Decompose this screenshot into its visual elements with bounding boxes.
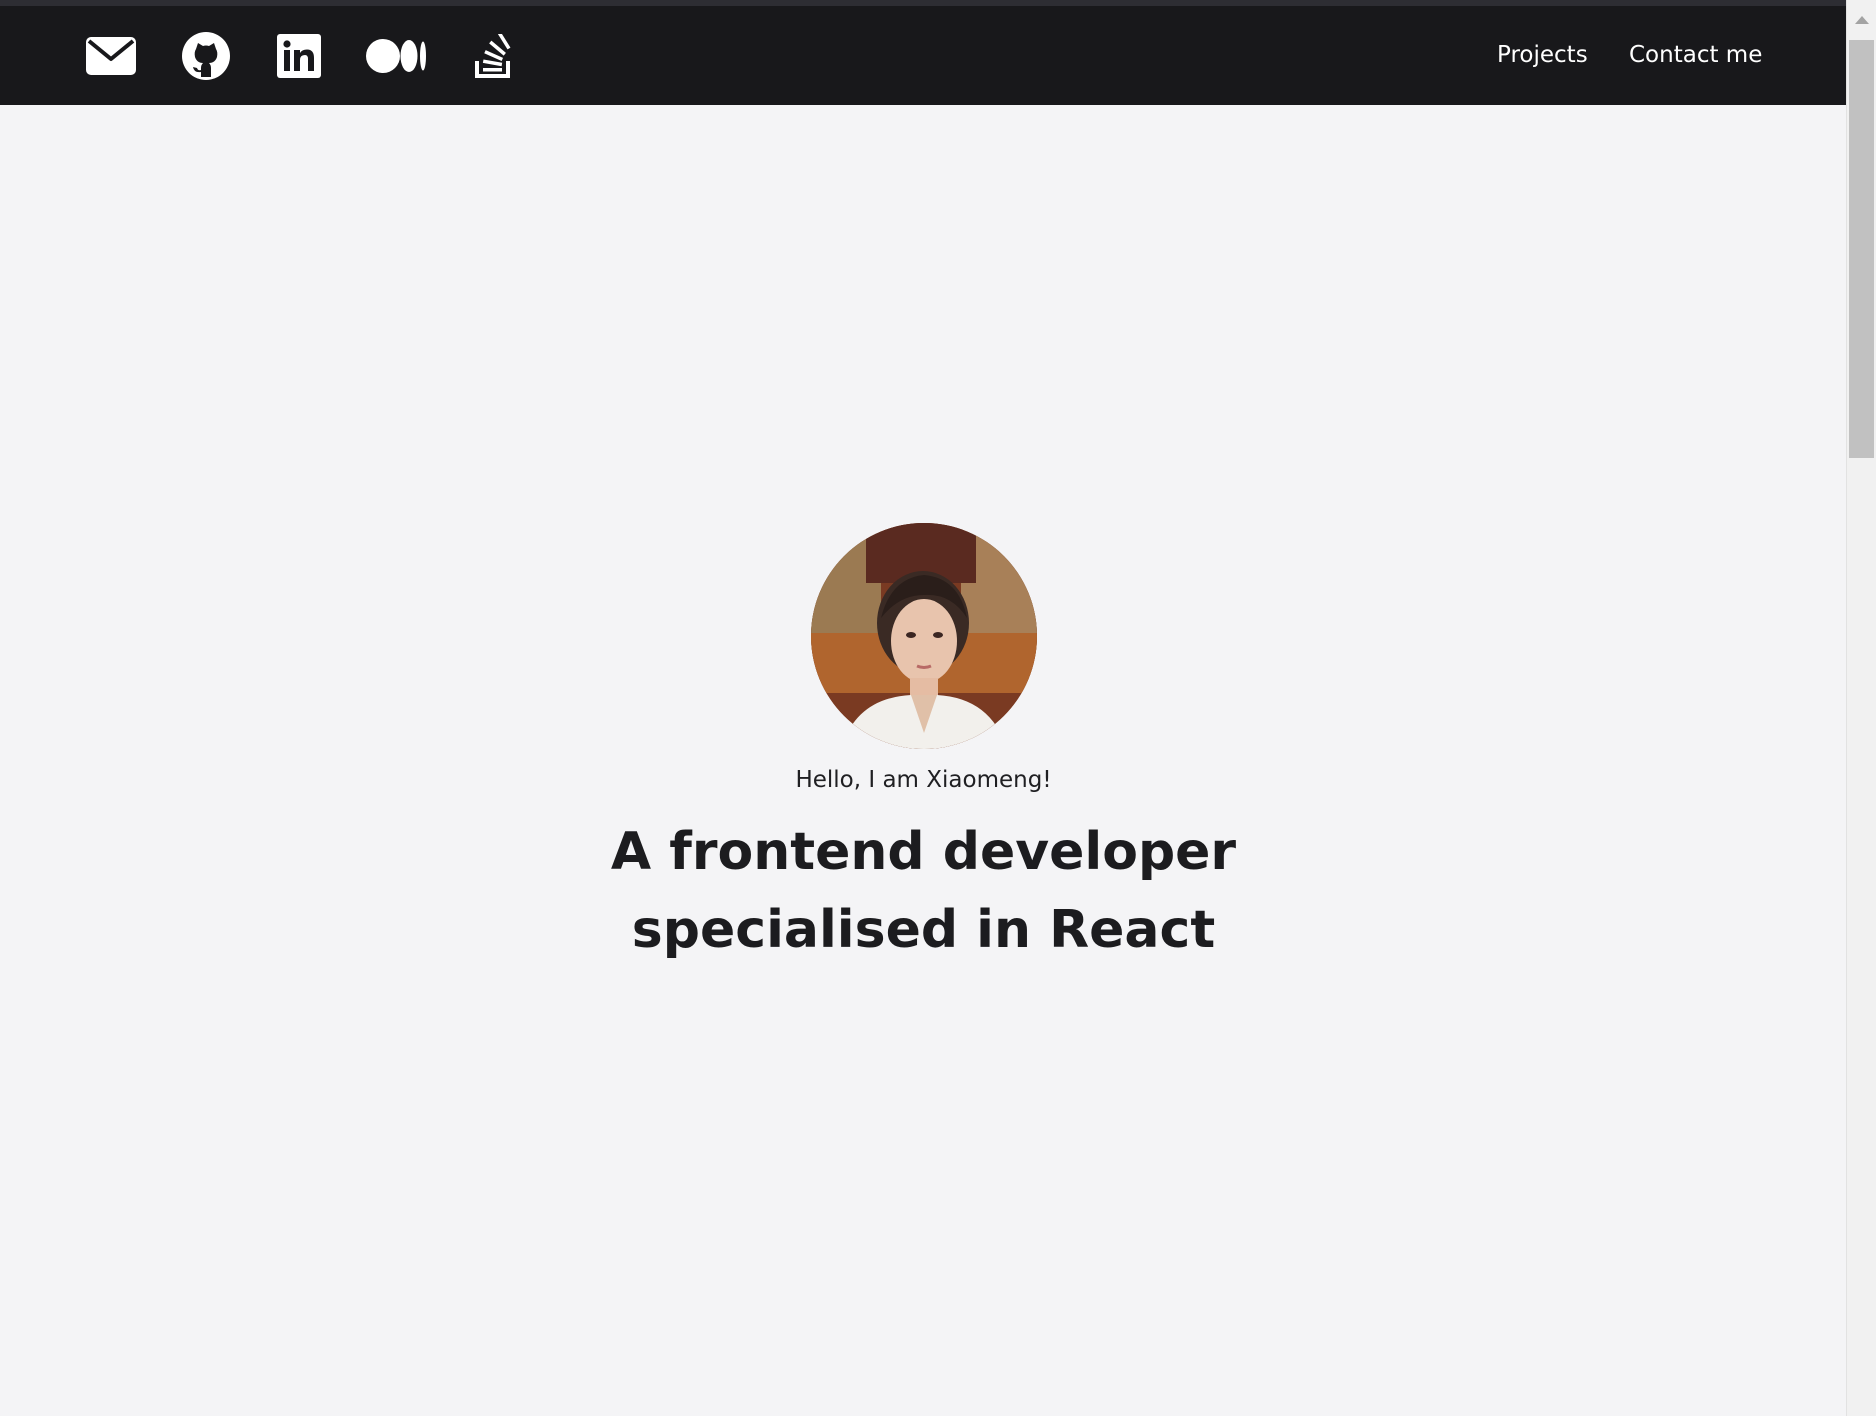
linkedin-icon [277,33,321,78]
scroll-up-arrow-icon[interactable] [1847,8,1876,32]
medium-icon [366,38,428,73]
nav-link-contact[interactable]: Contact me [1629,6,1762,105]
github-icon [182,31,230,80]
medium-link[interactable] [365,6,429,105]
nav-link-projects[interactable]: Projects [1497,6,1588,105]
avatar [810,523,1037,749]
stack-overflow-icon [474,33,514,78]
scrollbar-thumb[interactable] [1849,40,1874,458]
email-link[interactable] [84,6,138,105]
greeting-text: Hello, I am Xiaomeng! [795,767,1052,793]
hero-section: Hello, I am Xiaomeng! A frontend develop… [0,523,1847,969]
stackoverflow-link[interactable] [470,6,518,105]
linkedin-link[interactable] [275,6,323,105]
navbar: Projects Contact me [0,6,1847,105]
github-link[interactable] [180,6,232,105]
scrollbar[interactable] [1846,0,1876,1416]
envelope-icon [86,36,136,75]
headline: A frontend developer specialised in Reac… [610,822,1237,960]
